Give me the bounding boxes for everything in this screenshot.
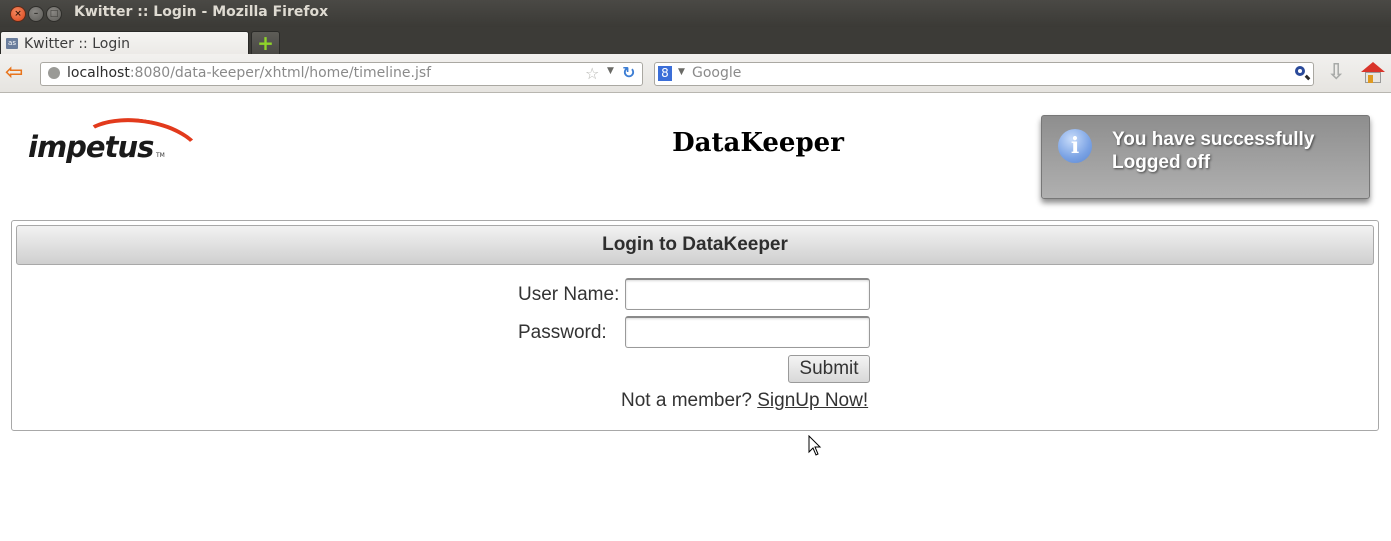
back-arrow-icon: ⇦ [5,60,24,85]
window-titlebar: × – □ Kwitter :: Login - Mozilla Firefox [0,0,1391,27]
url-path: :8080/data-keeper/xhtml/home/timeline.js… [129,65,432,81]
globe-icon [48,67,60,79]
password-input[interactable] [625,316,870,348]
plus-icon: + [257,31,274,55]
reload-icon[interactable]: ↻ [622,64,638,82]
tab-label: Kwitter :: Login [24,36,130,52]
window-maximize-button[interactable]: □ [46,6,62,22]
password-label: Password: [518,322,607,343]
home-button[interactable] [1361,62,1385,84]
login-panel-header: Login to DataKeeper [16,225,1374,265]
url-text[interactable]: localhost:8080/data-keeper/xhtml/home/ti… [67,65,431,81]
url-host: localhost [67,65,130,81]
search-input[interactable]: Google [692,65,741,81]
signup-prompt: Not a member? [621,390,752,411]
minimize-icon: – [33,9,39,19]
tab-kwitter-login[interactable]: as Kwitter :: Login [0,31,249,56]
close-icon: × [14,9,22,19]
bookmark-star-icon[interactable]: ☆ [585,64,599,83]
window-minimize-button[interactable]: – [28,6,44,22]
new-tab-button[interactable]: + [251,31,280,55]
username-input[interactable] [625,278,870,310]
tab-strip: as Kwitter :: Login + [0,27,1391,56]
page-favicon-icon: as [6,38,18,49]
home-icon [1361,62,1385,72]
username-label: User Name: [518,284,620,305]
maximize-icon: □ [49,9,59,19]
google-icon[interactable]: 8 [658,66,672,81]
navigation-toolbar: ⇦ localhost:8080/data-keeper/xhtml/home/… [0,54,1391,93]
logout-notification: i You have successfully Logged off [1041,115,1370,199]
search-bar[interactable]: 8 ▼ Google [654,62,1314,86]
url-bar[interactable]: localhost:8080/data-keeper/xhtml/home/ti… [40,62,643,86]
signup-link[interactable]: SignUp Now! [757,390,868,411]
back-button[interactable]: ⇦ [5,60,29,85]
window-close-button[interactable]: × [10,6,26,22]
search-engine-dropdown-icon[interactable]: ▼ [678,67,685,77]
info-icon: i [1058,129,1092,163]
notification-message: You have successfully Logged off [1112,129,1315,173]
search-icon[interactable] [1295,66,1305,76]
submit-button[interactable]: Submit [788,355,870,383]
download-icon[interactable]: ⇩ [1327,62,1347,84]
signup-row: Not a member? SignUp Now! [621,390,868,412]
home-icon-door [1368,75,1373,83]
login-panel-title: Login to DataKeeper [602,234,788,255]
url-dropdown-icon[interactable]: ▼ [607,66,614,76]
window-title: Kwitter :: Login - Mozilla Firefox [74,4,329,20]
